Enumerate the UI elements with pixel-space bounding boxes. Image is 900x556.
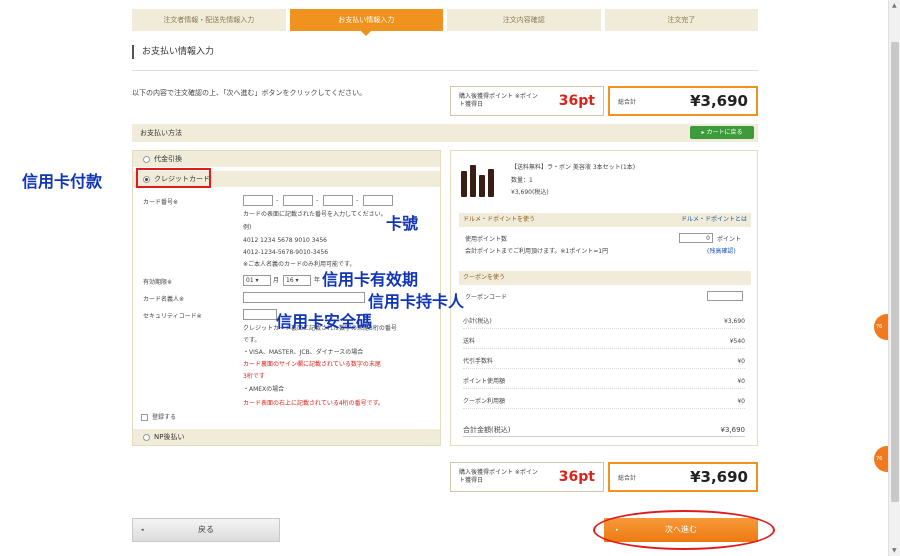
- total-value: ¥3,690: [690, 92, 748, 110]
- title-divider: [132, 70, 758, 71]
- card-holder-input[interactable]: [243, 292, 365, 303]
- annotation-holder: 信用卡持卡人: [368, 292, 465, 311]
- card-number-label: カード番号※: [143, 199, 179, 206]
- card-example-1: 4012 1234 5678 9010 3456: [243, 237, 327, 244]
- payment-section-label: お支払い方法: [140, 129, 182, 137]
- product-item: 【送料無料】ラ・ボン 美容液 3本セット(1本) 数量：1 ¥3,690(税込): [459, 157, 755, 201]
- save-card-checkbox[interactable]: [141, 414, 148, 421]
- annotation-credit-card: 信用卡付款: [22, 172, 103, 191]
- product-image: [459, 161, 503, 197]
- dash-1: -: [276, 197, 279, 204]
- product-price: ¥3,690(税込): [511, 189, 549, 196]
- points-note: 会計ポイントまでご利用頂けます。※1ポイント=1円: [465, 248, 609, 255]
- expiry-year-unit: 年: [314, 277, 321, 284]
- holder-label: カード名義人※: [143, 296, 185, 303]
- cvv-amex-text: ・AMEXの場合: [243, 386, 285, 393]
- coupon-code-label: クーポンコード: [465, 294, 508, 301]
- card-example-2: 4012-1234-5678-9010-3456: [243, 249, 329, 256]
- points-use-label: 使用ポイント数: [465, 236, 508, 243]
- card-number-input-1[interactable]: [243, 195, 273, 206]
- back-to-cart-button[interactable]: ▸ カートに戻る: [690, 126, 754, 139]
- cvv-visa-red: カード裏面のサイン欄に記載されている数字の末尾: [243, 361, 381, 368]
- step-confirm: 注文内容確認: [447, 9, 601, 31]
- payment-section-header: お支払い方法 ▸ カートに戻る: [132, 124, 758, 142]
- option-cod[interactable]: 代金引換: [133, 151, 440, 167]
- intro-text: 以下の内容で注文確認の上、「次へ進む」ボタンをクリックしてください。: [132, 89, 367, 97]
- points-section-header: ドルメ・ドポイントを使う ドルメ・ドポイントとは: [459, 213, 751, 227]
- save-card-row[interactable]: 登録する: [141, 413, 176, 422]
- scroll-down-icon[interactable]: ▼: [892, 547, 897, 554]
- expiry-month-select[interactable]: 01 ▾: [243, 275, 271, 286]
- cvv-input[interactable]: [243, 309, 277, 320]
- points-balance-link[interactable]: (残高確認): [707, 247, 736, 256]
- product-qty: 数量：1: [511, 177, 533, 184]
- total-label: 総合計: [618, 474, 637, 482]
- total-value: ¥3,690: [690, 468, 748, 486]
- dash-3: -: [356, 197, 359, 204]
- summary-row: ポイント使用額 ¥0: [463, 375, 745, 389]
- radio-np[interactable]: [143, 433, 150, 441]
- order-summary-panel: 【送料無料】ラ・ボン 美容液 3本セット(1本) 数量：1 ¥3,690(税込)…: [450, 150, 758, 446]
- step-order-info: 注文者情報・配送先情報入力: [132, 9, 286, 31]
- next-button-highlight: [593, 510, 775, 550]
- radio-cod[interactable]: [143, 155, 150, 163]
- scroll-up-icon[interactable]: ▲: [892, 2, 897, 9]
- step-payment: お支払い情報入力: [289, 9, 443, 36]
- scrollbar[interactable]: ▲ ▼: [888, 0, 900, 556]
- grand-total-row: 合計金額(税込) ¥3,690: [463, 423, 745, 437]
- annotation-card-number: 卡號: [386, 214, 419, 233]
- points-unit: ポイント: [717, 236, 742, 243]
- total-label: 総合計: [618, 98, 637, 106]
- summary-row: 代引手数料 ¥0: [463, 355, 745, 369]
- scrollbar-thumb[interactable]: [891, 42, 899, 502]
- floating-side-tab[interactable]: 76: [874, 446, 888, 472]
- total-box-bottom: 総合計 ¥3,690: [608, 462, 758, 492]
- points-label: 購入後獲得ポイント ※ポイント獲得日: [459, 93, 538, 108]
- product-name: 【送料無料】ラ・ボン 美容液 3本セット(1本): [511, 164, 636, 171]
- cvv-visa-red-2: 3桁です: [243, 373, 265, 380]
- coupon-code-input[interactable]: [707, 291, 743, 301]
- points-value: 36pt: [558, 469, 595, 485]
- points-value: 36pt: [558, 93, 595, 109]
- card-note: カードの表面に記載された番号を入力してください。: [243, 211, 387, 218]
- card-number-input-4[interactable]: [363, 195, 393, 206]
- annotation-expiry: 信用卡有效期: [322, 270, 419, 289]
- cvv-note-2: です。: [243, 337, 261, 344]
- card-example-label: 例): [243, 224, 252, 231]
- card-number-input-2[interactable]: [283, 195, 313, 206]
- points-label: 購入後獲得ポイント ※ポイント獲得日: [459, 469, 538, 484]
- points-box-bottom: 購入後獲得ポイント ※ポイント獲得日 36pt: [450, 462, 604, 492]
- expiry-month-unit: 月: [273, 277, 280, 284]
- floating-side-tab[interactable]: 76: [874, 314, 888, 340]
- card-number-input-3[interactable]: [323, 195, 353, 206]
- back-button[interactable]: ◂ 戻る: [132, 518, 280, 542]
- coupon-section-header: クーポンを使う: [459, 271, 751, 285]
- progress-steps: 注文者情報・配送先情報入力 お支払い情報入力 注文内容確認 注文完了: [132, 9, 758, 36]
- checkout-page: 注文者情報・配送先情報入力 お支払い情報入力 注文内容確認 注文完了 お支払い情…: [0, 0, 900, 556]
- step-complete: 注文完了: [604, 9, 758, 31]
- summary-row: クーポン利用額 ¥0: [463, 395, 745, 409]
- option-np[interactable]: NP後払い: [133, 429, 440, 445]
- summary-row: 小計(税込) ¥3,690: [463, 315, 745, 329]
- cvv-amex-red: カード表面の右上に記載されている4桁の番号です。: [243, 400, 385, 407]
- back-arrow-icon: ◂: [141, 527, 144, 533]
- annotation-cvv: 信用卡安全碼: [276, 312, 373, 331]
- points-box-top: 購入後獲得ポイント ※ポイント獲得日 36pt: [450, 86, 604, 116]
- expiry-year-select[interactable]: 16 ▾: [283, 275, 311, 286]
- cvv-label: セキュリティコード※: [143, 313, 202, 320]
- dash-2: -: [316, 197, 319, 204]
- total-box-top: 総合計 ¥3,690: [608, 86, 758, 116]
- points-help-link[interactable]: ドルメ・ドポイントとは: [681, 213, 747, 227]
- points-use-input[interactable]: 0: [679, 233, 713, 243]
- expiry-label: 有効期限※: [143, 279, 173, 286]
- cvv-visa-text: ・VISA、MASTER、JCB、ダイナースの場合: [243, 349, 364, 356]
- summary-row: 送料 ¥540: [463, 335, 745, 349]
- page-title: お支払い情報入力: [132, 45, 214, 59]
- credit-card-highlight: [136, 168, 211, 188]
